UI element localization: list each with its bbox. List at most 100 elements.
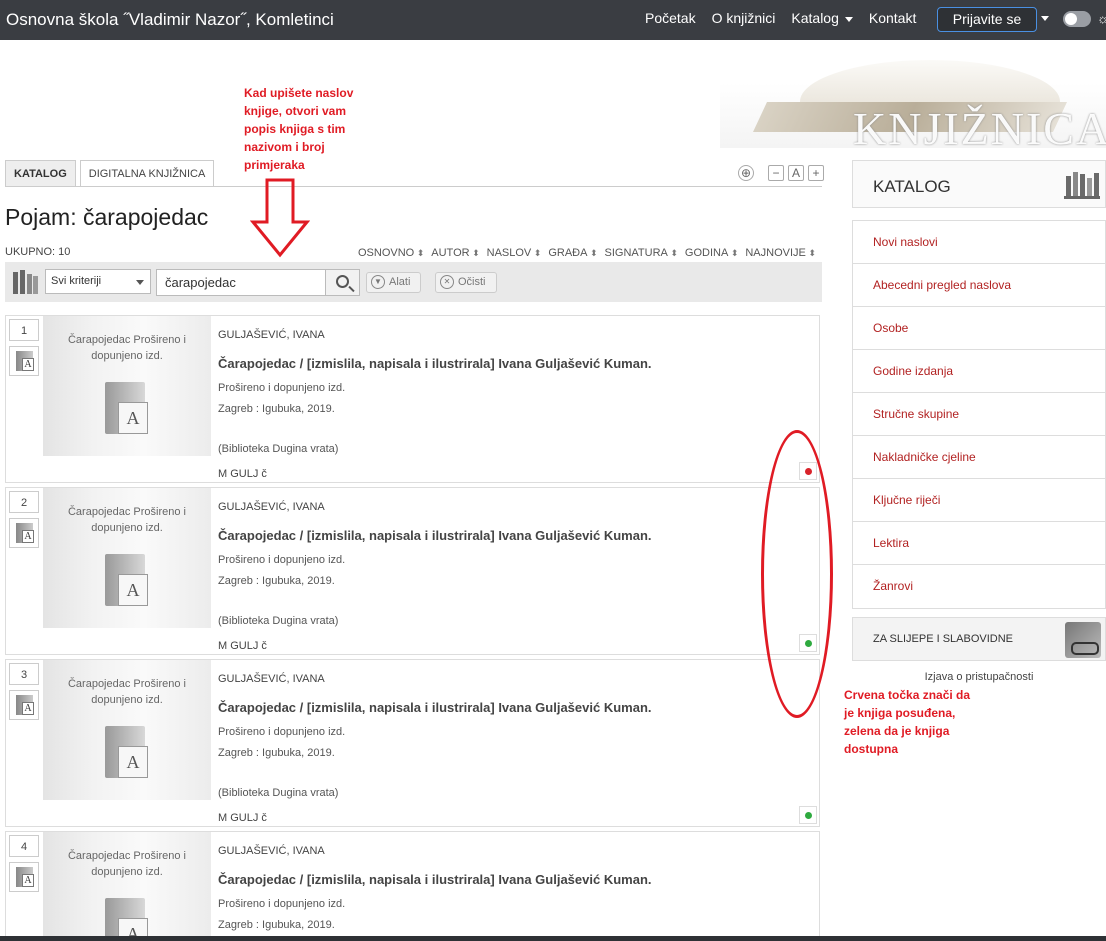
accessibility-label: ZA SLIJEPE I SLABOVIDNE	[873, 633, 1013, 645]
font-increase-button[interactable]: +	[808, 165, 824, 181]
annotation-ellipse	[761, 430, 833, 718]
result-title[interactable]: Čarapojedac / [izmislila, napisala i ilu…	[218, 356, 652, 371]
search-icon	[336, 275, 349, 288]
result-title[interactable]: Čarapojedac / [izmislila, napisala i ilu…	[218, 700, 652, 715]
book-type-icon: A	[9, 346, 39, 376]
book-placeholder-icon: A	[105, 726, 148, 778]
tab-digitalna-knjiznica[interactable]: DIGITALNA KNJIŽNICA	[79, 160, 215, 186]
book-cover[interactable]: Čarapojedac Prošireno i dopunjeno izd. A	[43, 316, 211, 456]
book-type-icon: A	[9, 518, 39, 548]
cover-text: Čarapojedac Prošireno i dopunjeno izd.	[67, 850, 186, 878]
font-reset-button[interactable]: A	[788, 165, 804, 181]
result-edition: Prošireno i dopunjeno izd.	[218, 726, 346, 738]
result-publisher: Zagreb : Igubuka, 2019.	[218, 575, 335, 587]
sort-najnovije[interactable]: NAJNOVIJE	[745, 247, 816, 259]
cover-text: Čarapojedac Prošireno i dopunjeno izd.	[67, 506, 186, 534]
crosshair-icon[interactable]: ⊕	[738, 165, 754, 181]
top-navbar: Osnovna škola ˝Vladimir Nazor˝, Komletin…	[0, 0, 1106, 40]
page-title: Pojam: čarapojedac	[5, 204, 209, 230]
result-item[interactable]: 4 A Čarapojedac Prošireno i dopunjeno iz…	[5, 831, 820, 941]
brightness-icon: ☼	[1097, 11, 1106, 26]
sidebar-item-kljucne-rijeci[interactable]: Ključne riječi	[853, 479, 1105, 522]
theme-toggle[interactable]	[1063, 11, 1091, 27]
result-author[interactable]: GULJAŠEVIĆ, IVANA	[218, 501, 325, 513]
criteria-select[interactable]: Svi kriteriji	[45, 269, 151, 294]
tools-button[interactable]: ▼ Alati	[366, 272, 422, 293]
chevron-down-icon	[844, 16, 853, 22]
book-placeholder-icon: A	[105, 382, 148, 434]
sidebar-title: KATALOG	[873, 177, 951, 196]
result-publisher: Zagreb : Igubuka, 2019.	[218, 403, 335, 415]
search-button[interactable]	[325, 269, 360, 296]
sidebar-item-godine-izdanja[interactable]: Godine izdanja	[853, 350, 1105, 393]
book-type-icon: A	[9, 862, 39, 892]
tab-divider	[5, 186, 822, 187]
nav-link-pocetak[interactable]: Početak	[645, 10, 696, 26]
catalog-tabs: KATALOG DIGITALNA KNJIŽNICA	[5, 160, 218, 186]
school-name[interactable]: Osnovna škola ˝Vladimir Nazor˝, Komletin…	[6, 10, 334, 30]
sidebar-item-novi-naslovi[interactable]: Novi naslovi	[853, 221, 1105, 264]
search-bar: Svi kriteriji ▼ Alati ✕ Očisti	[5, 262, 822, 302]
result-series: (Biblioteka Dugina vrata)	[218, 615, 339, 627]
nav-dropdown-katalog[interactable]: Katalog	[791, 10, 853, 26]
result-author[interactable]: GULJAŠEVIĆ, IVANA	[218, 673, 325, 685]
result-title[interactable]: Čarapojedac / [izmislila, napisala i ilu…	[218, 872, 652, 887]
login-dropdown-icon[interactable]	[1041, 16, 1049, 21]
login-button[interactable]: Prijavite se	[937, 7, 1037, 32]
result-number: 4	[9, 835, 39, 857]
nav-link-kontakt[interactable]: Kontakt	[869, 10, 916, 26]
glasses-icon	[1065, 622, 1101, 658]
book-cover[interactable]: Čarapojedac Prošireno i dopunjeno izd. A	[43, 660, 211, 800]
sort-signatura[interactable]: SIGNATURA	[605, 247, 678, 259]
sidebar-item-lektira[interactable]: Lektira	[853, 522, 1105, 565]
book-placeholder-icon: A	[105, 554, 148, 606]
result-series: (Biblioteka Dugina vrata)	[218, 787, 339, 799]
book-placeholder-icon: A	[105, 898, 148, 941]
search-input[interactable]	[156, 269, 326, 296]
nav-link-o-knjiznici[interactable]: O knjižnici	[712, 10, 776, 26]
sort-autor[interactable]: AUTOR	[431, 247, 479, 259]
close-icon: ✕	[440, 275, 454, 289]
sort-naslov[interactable]: NASLOV	[487, 247, 542, 259]
result-signature: M GULJ č	[218, 468, 267, 480]
sidebar-header: KATALOG	[852, 160, 1106, 208]
clear-label: Očisti	[458, 276, 486, 288]
main-nav: Početak O knjižnici Katalog Kontakt	[645, 10, 932, 26]
tab-katalog[interactable]: KATALOG	[5, 160, 76, 186]
result-item[interactable]: 3 A Čarapojedac Prošireno i dopunjeno iz…	[5, 659, 820, 827]
view-tools: ⊕ − A +	[734, 165, 824, 181]
sidebar-item-abecedni-pregled[interactable]: Abecedni pregled naslova	[853, 264, 1105, 307]
result-title[interactable]: Čarapojedac / [izmislila, napisala i ilu…	[218, 528, 652, 543]
sidebar-item-nakladnicke-cjeline[interactable]: Nakladničke cjeline	[853, 436, 1105, 479]
font-decrease-button[interactable]: −	[768, 165, 784, 181]
sidebar-item-osobe[interactable]: Osobe	[853, 307, 1105, 350]
cover-text: Čarapojedac Prošireno i dopunjeno izd.	[67, 334, 186, 362]
book-cover[interactable]: Čarapojedac Prošireno i dopunjeno izd. A	[43, 832, 211, 941]
result-count: UKUPNO: 10	[5, 246, 71, 258]
result-publisher: Zagreb : Igubuka, 2019.	[218, 747, 335, 759]
result-item[interactable]: 2 A Čarapojedac Prošireno i dopunjeno iz…	[5, 487, 820, 655]
sort-osnovno[interactable]: OSNOVNO	[358, 247, 424, 259]
result-author[interactable]: GULJAŠEVIĆ, IVANA	[218, 329, 325, 341]
result-author[interactable]: GULJAŠEVIĆ, IVANA	[218, 845, 325, 857]
sort-grada[interactable]: GRAĐA	[548, 247, 597, 259]
result-series: (Biblioteka Dugina vrata)	[218, 443, 339, 455]
banner-title: KNJIŽNICA	[853, 103, 1106, 148]
result-number: 3	[9, 663, 39, 685]
sort-godina[interactable]: GODINA	[685, 247, 738, 259]
sidebar-menu: Novi naslovi Abecedni pregled naslova Os…	[852, 220, 1106, 609]
sidebar-item-strucne-skupine[interactable]: Stručne skupine	[853, 393, 1105, 436]
bookshelf-icon	[1064, 171, 1100, 199]
clear-button[interactable]: ✕ Očisti	[435, 272, 497, 293]
accessibility-statement-link[interactable]: Izjava o pristupačnosti	[852, 671, 1106, 683]
accessibility-button[interactable]: ZA SLIJEPE I SLABOVIDNE	[852, 617, 1106, 661]
book-cover[interactable]: Čarapojedac Prošireno i dopunjeno izd. A	[43, 488, 211, 628]
sidebar-item-zanrovi[interactable]: Žanrovi	[853, 565, 1105, 608]
result-publisher: Zagreb : Igubuka, 2019.	[218, 919, 335, 931]
annotation-status-note: Crvena točka znači da je knjiga posuđena…	[844, 688, 971, 756]
availability-indicator[interactable]	[799, 806, 817, 824]
result-edition: Prošireno i dopunjeno izd.	[218, 382, 346, 394]
result-item[interactable]: 1 A Čarapojedac Prošireno i dopunjeno iz…	[5, 315, 820, 483]
annotation-arrow-icon	[250, 178, 310, 258]
status-dot-icon	[805, 812, 812, 819]
